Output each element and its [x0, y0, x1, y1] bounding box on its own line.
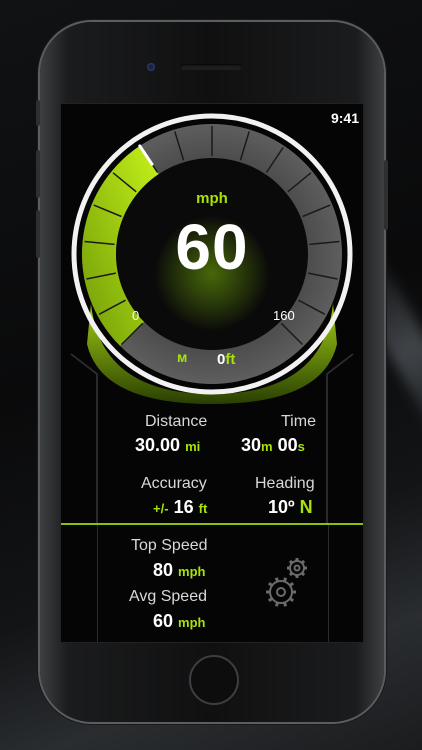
speed-unit-label: mph — [196, 190, 228, 207]
distance-readout: 30.00 mi — [135, 435, 200, 456]
distance-value: 30.00 — [135, 435, 181, 455]
top-speed-value: 80 — [153, 560, 174, 580]
time-label: Time — [281, 413, 316, 430]
accuracy-readout: +/- 16 ft — [153, 497, 207, 518]
home-button[interactable] — [189, 655, 239, 705]
top-speed-unit: mph — [178, 564, 206, 579]
frame-left — [70, 353, 98, 524]
heading-direction: N — [299, 497, 313, 517]
gears-icon[interactable] — [261, 550, 317, 614]
altitude-unit: ft — [225, 351, 236, 368]
speedometer-gauge — [70, 113, 354, 524]
heading-value: 10º — [268, 497, 295, 517]
accuracy-unit: ft — [198, 501, 208, 516]
time-minutes-unit: m — [261, 439, 273, 454]
frame-right — [326, 353, 354, 524]
distance-label: Distance — [145, 413, 208, 430]
altitude-readout: 0ft — [217, 351, 235, 368]
accuracy-value: 16 — [173, 497, 194, 517]
mute-switch — [36, 100, 40, 126]
volume-down-button — [36, 210, 40, 258]
volume-up-button — [36, 150, 40, 198]
distance-unit: mi — [185, 439, 201, 454]
app-screen: 9:41 mph 60 0 160 ᴍ 0ft Distance 30.00 m… — [60, 103, 364, 643]
gauge-min-label: 0 — [132, 308, 140, 323]
front-camera — [147, 63, 155, 71]
power-button — [384, 160, 388, 230]
accuracy-label: Accuracy — [141, 475, 207, 492]
avg-speed-unit: mph — [178, 615, 206, 630]
earpiece-speaker — [180, 64, 242, 70]
current-speed: 60 — [175, 211, 249, 283]
time-readout: 30m 00s — [241, 435, 305, 456]
time-seconds: 00 — [277, 435, 298, 455]
heading-label: Heading — [255, 475, 315, 492]
top-speed-readout: 80 mph — [153, 560, 206, 581]
heading-readout: 10º N — [268, 497, 313, 518]
mountain-icon: ᴍ — [177, 349, 188, 365]
accuracy-prefix: +/- — [153, 501, 169, 516]
time-seconds-unit: s — [297, 439, 305, 454]
gauge-max-label: 160 — [273, 308, 295, 323]
top-speed-label: Top Speed — [131, 537, 208, 554]
avg-speed-value: 60 — [153, 611, 174, 631]
time-minutes: 30 — [241, 435, 262, 455]
avg-speed-readout: 60 mph — [153, 611, 206, 632]
avg-speed-label: Avg Speed — [129, 588, 207, 605]
